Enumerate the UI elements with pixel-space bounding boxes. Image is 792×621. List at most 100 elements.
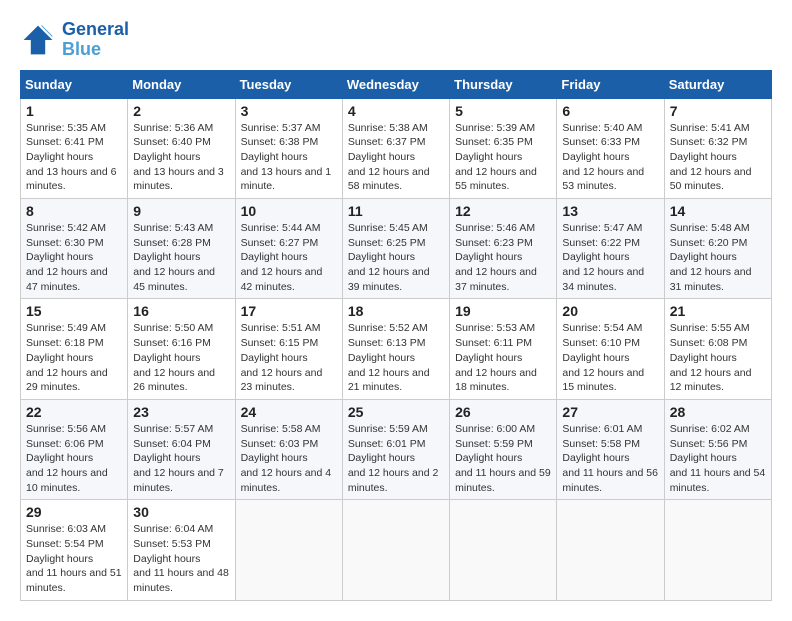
col-friday: Friday — [557, 70, 664, 98]
day-detail: Sunrise: 5:56 AM Sunset: 6:06 PM Dayligh… — [26, 422, 122, 495]
day-detail: Sunrise: 5:57 AM Sunset: 6:04 PM Dayligh… — [133, 422, 229, 495]
calendar-cell: 26 Sunrise: 6:00 AM Sunset: 5:59 PM Dayl… — [450, 399, 557, 499]
col-wednesday: Wednesday — [342, 70, 449, 98]
day-number: 2 — [133, 103, 229, 119]
day-detail: Sunrise: 5:37 AM Sunset: 6:38 PM Dayligh… — [241, 121, 337, 194]
calendar-week-row: 29 Sunrise: 6:03 AM Sunset: 5:54 PM Dayl… — [21, 500, 772, 600]
logo: General Blue — [20, 20, 129, 60]
day-detail: Sunrise: 5:55 AM Sunset: 6:08 PM Dayligh… — [670, 321, 766, 394]
day-number: 16 — [133, 303, 229, 319]
calendar-cell: 29 Sunrise: 6:03 AM Sunset: 5:54 PM Dayl… — [21, 500, 128, 600]
col-saturday: Saturday — [664, 70, 771, 98]
day-number: 9 — [133, 203, 229, 219]
calendar-cell: 24 Sunrise: 5:58 AM Sunset: 6:03 PM Dayl… — [235, 399, 342, 499]
day-detail: Sunrise: 5:52 AM Sunset: 6:13 PM Dayligh… — [348, 321, 444, 394]
calendar-cell: 19 Sunrise: 5:53 AM Sunset: 6:11 PM Dayl… — [450, 299, 557, 399]
day-number: 12 — [455, 203, 551, 219]
day-detail: Sunrise: 5:54 AM Sunset: 6:10 PM Dayligh… — [562, 321, 658, 394]
day-detail: Sunrise: 5:35 AM Sunset: 6:41 PM Dayligh… — [26, 121, 122, 194]
calendar-cell: 8 Sunrise: 5:42 AM Sunset: 6:30 PM Dayli… — [21, 199, 128, 299]
day-detail: Sunrise: 5:38 AM Sunset: 6:37 PM Dayligh… — [348, 121, 444, 194]
day-number: 28 — [670, 404, 766, 420]
logo-icon — [20, 22, 56, 58]
calendar-cell: 27 Sunrise: 6:01 AM Sunset: 5:58 PM Dayl… — [557, 399, 664, 499]
day-detail: Sunrise: 5:41 AM Sunset: 6:32 PM Dayligh… — [670, 121, 766, 194]
day-number: 4 — [348, 103, 444, 119]
day-detail: Sunrise: 5:39 AM Sunset: 6:35 PM Dayligh… — [455, 121, 551, 194]
day-number: 1 — [26, 103, 122, 119]
calendar-header-row: Sunday Monday Tuesday Wednesday Thursday… — [21, 70, 772, 98]
day-detail: Sunrise: 5:49 AM Sunset: 6:18 PM Dayligh… — [26, 321, 122, 394]
day-number: 19 — [455, 303, 551, 319]
calendar-cell — [450, 500, 557, 600]
day-number: 24 — [241, 404, 337, 420]
day-detail: Sunrise: 5:40 AM Sunset: 6:33 PM Dayligh… — [562, 121, 658, 194]
day-detail: Sunrise: 5:44 AM Sunset: 6:27 PM Dayligh… — [241, 221, 337, 294]
day-number: 29 — [26, 504, 122, 520]
calendar-cell: 4 Sunrise: 5:38 AM Sunset: 6:37 PM Dayli… — [342, 98, 449, 198]
day-number: 21 — [670, 303, 766, 319]
day-detail: Sunrise: 5:36 AM Sunset: 6:40 PM Dayligh… — [133, 121, 229, 194]
calendar-cell: 30 Sunrise: 6:04 AM Sunset: 5:53 PM Dayl… — [128, 500, 235, 600]
calendar-cell: 23 Sunrise: 5:57 AM Sunset: 6:04 PM Dayl… — [128, 399, 235, 499]
calendar-cell: 5 Sunrise: 5:39 AM Sunset: 6:35 PM Dayli… — [450, 98, 557, 198]
calendar-cell: 20 Sunrise: 5:54 AM Sunset: 6:10 PM Dayl… — [557, 299, 664, 399]
day-number: 23 — [133, 404, 229, 420]
page-header: General Blue — [20, 20, 772, 60]
calendar-cell: 6 Sunrise: 5:40 AM Sunset: 6:33 PM Dayli… — [557, 98, 664, 198]
calendar-week-row: 1 Sunrise: 5:35 AM Sunset: 6:41 PM Dayli… — [21, 98, 772, 198]
calendar-cell: 3 Sunrise: 5:37 AM Sunset: 6:38 PM Dayli… — [235, 98, 342, 198]
calendar-cell: 2 Sunrise: 5:36 AM Sunset: 6:40 PM Dayli… — [128, 98, 235, 198]
day-detail: Sunrise: 5:59 AM Sunset: 6:01 PM Dayligh… — [348, 422, 444, 495]
calendar-cell: 22 Sunrise: 5:56 AM Sunset: 6:06 PM Dayl… — [21, 399, 128, 499]
day-number: 25 — [348, 404, 444, 420]
day-detail: Sunrise: 5:53 AM Sunset: 6:11 PM Dayligh… — [455, 321, 551, 394]
col-tuesday: Tuesday — [235, 70, 342, 98]
calendar-cell: 18 Sunrise: 5:52 AM Sunset: 6:13 PM Dayl… — [342, 299, 449, 399]
calendar-cell: 1 Sunrise: 5:35 AM Sunset: 6:41 PM Dayli… — [21, 98, 128, 198]
calendar-cell: 17 Sunrise: 5:51 AM Sunset: 6:15 PM Dayl… — [235, 299, 342, 399]
col-monday: Monday — [128, 70, 235, 98]
day-number: 27 — [562, 404, 658, 420]
day-detail: Sunrise: 6:00 AM Sunset: 5:59 PM Dayligh… — [455, 422, 551, 495]
day-detail: Sunrise: 5:47 AM Sunset: 6:22 PM Dayligh… — [562, 221, 658, 294]
calendar-cell: 28 Sunrise: 6:02 AM Sunset: 5:56 PM Dayl… — [664, 399, 771, 499]
day-number: 5 — [455, 103, 551, 119]
calendar-cell: 15 Sunrise: 5:49 AM Sunset: 6:18 PM Dayl… — [21, 299, 128, 399]
calendar-cell — [235, 500, 342, 600]
calendar-cell: 7 Sunrise: 5:41 AM Sunset: 6:32 PM Dayli… — [664, 98, 771, 198]
day-number: 30 — [133, 504, 229, 520]
day-number: 14 — [670, 203, 766, 219]
calendar-cell: 13 Sunrise: 5:47 AM Sunset: 6:22 PM Dayl… — [557, 199, 664, 299]
day-number: 7 — [670, 103, 766, 119]
day-detail: Sunrise: 5:48 AM Sunset: 6:20 PM Dayligh… — [670, 221, 766, 294]
day-detail: Sunrise: 5:51 AM Sunset: 6:15 PM Dayligh… — [241, 321, 337, 394]
day-detail: Sunrise: 6:03 AM Sunset: 5:54 PM Dayligh… — [26, 522, 122, 595]
calendar-week-row: 15 Sunrise: 5:49 AM Sunset: 6:18 PM Dayl… — [21, 299, 772, 399]
day-detail: Sunrise: 5:46 AM Sunset: 6:23 PM Dayligh… — [455, 221, 551, 294]
calendar-cell: 14 Sunrise: 5:48 AM Sunset: 6:20 PM Dayl… — [664, 199, 771, 299]
logo-text: General Blue — [62, 20, 129, 60]
day-number: 18 — [348, 303, 444, 319]
day-number: 6 — [562, 103, 658, 119]
day-detail: Sunrise: 5:45 AM Sunset: 6:25 PM Dayligh… — [348, 221, 444, 294]
day-detail: Sunrise: 5:58 AM Sunset: 6:03 PM Dayligh… — [241, 422, 337, 495]
day-detail: Sunrise: 5:43 AM Sunset: 6:28 PM Dayligh… — [133, 221, 229, 294]
day-number: 22 — [26, 404, 122, 420]
calendar-cell: 9 Sunrise: 5:43 AM Sunset: 6:28 PM Dayli… — [128, 199, 235, 299]
day-number: 3 — [241, 103, 337, 119]
calendar-cell: 12 Sunrise: 5:46 AM Sunset: 6:23 PM Dayl… — [450, 199, 557, 299]
day-detail: Sunrise: 5:42 AM Sunset: 6:30 PM Dayligh… — [26, 221, 122, 294]
day-detail: Sunrise: 6:01 AM Sunset: 5:58 PM Dayligh… — [562, 422, 658, 495]
day-number: 13 — [562, 203, 658, 219]
day-detail: Sunrise: 6:04 AM Sunset: 5:53 PM Dayligh… — [133, 522, 229, 595]
col-sunday: Sunday — [21, 70, 128, 98]
day-number: 11 — [348, 203, 444, 219]
day-number: 26 — [455, 404, 551, 420]
calendar-cell: 21 Sunrise: 5:55 AM Sunset: 6:08 PM Dayl… — [664, 299, 771, 399]
day-number: 17 — [241, 303, 337, 319]
calendar-week-row: 22 Sunrise: 5:56 AM Sunset: 6:06 PM Dayl… — [21, 399, 772, 499]
calendar-week-row: 8 Sunrise: 5:42 AM Sunset: 6:30 PM Dayli… — [21, 199, 772, 299]
calendar-cell — [664, 500, 771, 600]
calendar-cell: 25 Sunrise: 5:59 AM Sunset: 6:01 PM Dayl… — [342, 399, 449, 499]
